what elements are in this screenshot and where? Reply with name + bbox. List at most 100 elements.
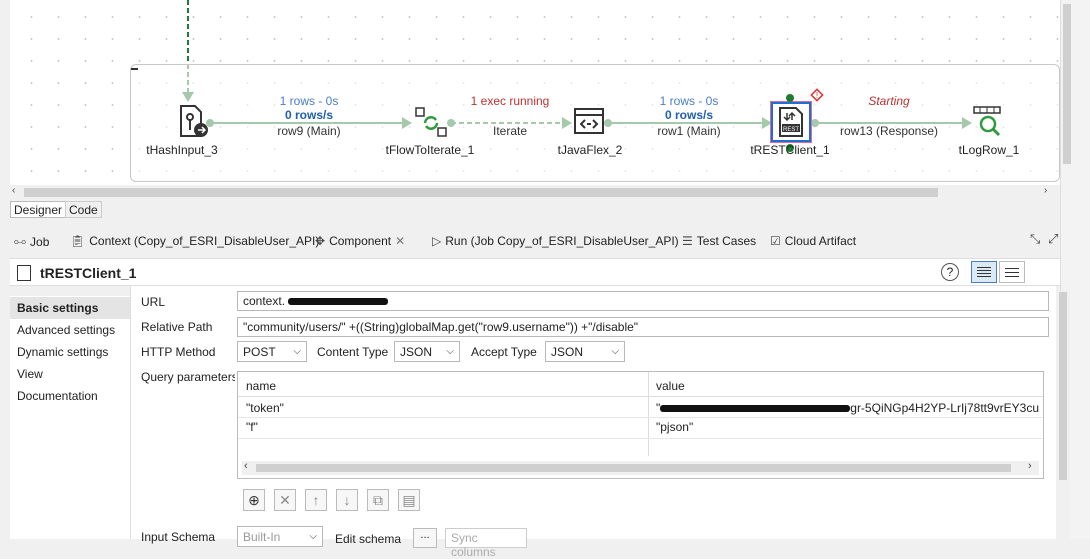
chevron-down-icon: ⌵: [446, 346, 454, 357]
link-status: Starting: [868, 94, 910, 108]
http-method-label: HTTP Method: [141, 345, 216, 359]
http-method-select[interactable]: POST ⌵: [237, 341, 307, 362]
url-label: URL: [141, 295, 166, 309]
trestclient-icon[interactable]: REST: [770, 101, 812, 143]
add-row-button[interactable]: ⊕: [243, 489, 265, 511]
table-row[interactable]: "f" "pjson": [238, 418, 1043, 438]
table-row[interactable]: "token" " gr-5QiNGp4H2YP-LrIj78tt9vrEY3cu: [238, 397, 1043, 417]
basic-settings-panel: URL context. Relative Path "community/us…: [130, 286, 1056, 559]
param-value[interactable]: "pjson": [656, 420, 693, 434]
nav-dynamic-settings[interactable]: Dynamic settings: [10, 341, 130, 363]
maximize-icon[interactable]: ⤢: [1048, 231, 1058, 247]
tab-test-cases[interactable]: ☰ Test Cases: [682, 234, 756, 248]
link-rate: 0 rows/s: [284, 108, 334, 122]
input-schema-value: Built-In: [243, 529, 281, 544]
settings-nav: Basic settings Advanced settings Dynamic…: [10, 296, 130, 539]
component-header: tRESTClient_1 ?: [10, 258, 1060, 286]
svg-text:!: !: [816, 91, 818, 100]
component-label: tLogRow_1: [958, 143, 1020, 157]
param-name[interactable]: "f": [246, 420, 258, 434]
scrollbar-thumb[interactable]: [256, 464, 1011, 472]
scroll-right-icon[interactable]: ›: [1028, 460, 1032, 472]
scroll-right-icon[interactable]: ›: [1044, 185, 1047, 196]
remove-row-button[interactable]: ✕: [274, 489, 296, 511]
relative-path-field[interactable]: "community/users/" +((String)globalMap.g…: [237, 317, 1049, 337]
chevron-down-icon: ⌵: [611, 346, 619, 357]
column-header-value[interactable]: value: [656, 379, 685, 393]
tjavaflex-icon[interactable]: [573, 107, 607, 137]
tab-label: Cloud Artifact: [784, 234, 857, 248]
move-up-button[interactable]: ↑: [305, 489, 327, 511]
warning-icon[interactable]: !: [810, 88, 824, 102]
row-divider: [238, 438, 1043, 439]
content-type-select[interactable]: JSON ⌵: [394, 341, 460, 362]
component-title: tRESTClient_1: [40, 265, 137, 281]
nav-basic-settings[interactable]: Basic settings: [10, 297, 130, 319]
job-icon: ⧟: [14, 234, 27, 248]
link-name[interactable]: row1 (Main): [657, 124, 720, 138]
context-icon: 📋︎: [70, 234, 86, 248]
tlogrow-icon[interactable]: [972, 104, 1006, 140]
scrollbar-thumb[interactable]: [24, 188, 938, 197]
link-status: 1 rows - 0s: [659, 94, 719, 108]
table-horizontal-scrollbar[interactable]: ‹ ›: [242, 460, 1039, 475]
edit-schema-button[interactable]: ...: [413, 528, 437, 548]
accept-type-select[interactable]: JSON ⌵: [545, 341, 625, 362]
input-schema-label: Input Schema: [141, 530, 216, 544]
svg-text:REST: REST: [783, 127, 799, 133]
link-name[interactable]: row9 (Main): [277, 124, 340, 138]
component-label: tHashInput_3: [146, 143, 218, 157]
link-name[interactable]: row13 (Response): [840, 124, 938, 138]
input-schema-select[interactable]: Built-In ⌵: [237, 526, 323, 547]
query-parameters-table[interactable]: name value "token" " gr-5QiNGp4H2YP-LrIj7…: [237, 371, 1044, 479]
scroll-left-icon[interactable]: ‹: [244, 460, 248, 472]
redacted-mark: [288, 298, 389, 306]
minimize-icon[interactable]: ⤡: [1030, 231, 1040, 247]
nav-advanced-settings[interactable]: Advanced settings: [10, 319, 130, 341]
scroll-left-icon[interactable]: ‹: [12, 185, 15, 196]
nav-view[interactable]: View: [10, 363, 130, 385]
tab-cloud-artifact[interactable]: ☑ Cloud Artifact: [770, 234, 856, 248]
help-icon[interactable]: ?: [941, 263, 959, 281]
move-down-button[interactable]: ↓: [336, 489, 358, 511]
link-rate: 0 rows/s: [664, 108, 714, 122]
content-type-value: JSON: [400, 344, 433, 359]
param-name[interactable]: "token": [246, 401, 284, 415]
canvas-horizontal-scrollbar[interactable]: ‹ ›: [10, 185, 1060, 199]
view-tabs: ⧟ Job 📋︎ Context (Copy_of_ESRI_DisableUser…: [10, 229, 1060, 255]
component-icon: ✥: [315, 234, 326, 248]
settings-vertical-scrollbar[interactable]: [1056, 290, 1070, 539]
relative-path-label: Relative Path: [141, 320, 213, 334]
chevron-down-icon: ⌵: [309, 531, 317, 542]
tab-designer[interactable]: Designer: [10, 201, 67, 218]
tflowtoiterate-icon[interactable]: [414, 106, 448, 138]
tab-run[interactable]: ▷ Run (Job Copy_of_ESRI_DisableUser_API): [432, 234, 679, 248]
column-header-name[interactable]: name: [246, 379, 276, 393]
sync-columns-button[interactable]: Sync columns: [445, 528, 527, 559]
url-field[interactable]: context.: [237, 291, 1049, 311]
param-value-cell[interactable]: " gr-5QiNGp4H2YP-LrIj78tt9vrEY3cu: [656, 401, 1042, 415]
start-dot-icon: [786, 94, 794, 102]
close-tab-icon[interactable]: ✕: [395, 234, 405, 248]
paste-button[interactable]: ▤: [398, 489, 420, 511]
vertical-scrollbar-thumb[interactable]: [1063, 4, 1071, 164]
chevron-down-icon: ⌵: [293, 346, 301, 357]
copy-button[interactable]: ⧉: [367, 489, 389, 511]
table-view-icon[interactable]: [971, 261, 997, 283]
tab-job[interactable]: ⧟ Job: [14, 234, 49, 249]
list-view-icon[interactable]: [999, 261, 1025, 283]
scrollbar-thumb[interactable]: [1059, 292, 1067, 480]
component-label: tJavaFlex_2: [557, 143, 623, 157]
tab-label: Run (Job Copy_of_ESRI_DisableUser_API): [445, 234, 679, 248]
collapse-subjob-icon[interactable]: [131, 68, 138, 70]
link-status: 1 exec running: [470, 94, 550, 108]
nav-documentation[interactable]: Documentation: [10, 385, 130, 407]
link-name[interactable]: Iterate: [493, 124, 527, 138]
url-value: context.: [243, 294, 286, 308]
tab-code[interactable]: Code: [65, 201, 102, 218]
designer-canvas[interactable]: REST ! tHashInput_3 tFlowToIterate_1 tJa…: [10, 0, 1060, 185]
tab-component[interactable]: ✥ Component ✕: [315, 234, 405, 248]
accept-type-value: JSON: [551, 344, 584, 359]
tab-context[interactable]: 📋︎ Context (Copy_of_ESRI_DisableUser_API): [70, 234, 319, 248]
thashinput-icon[interactable]: [176, 104, 208, 138]
